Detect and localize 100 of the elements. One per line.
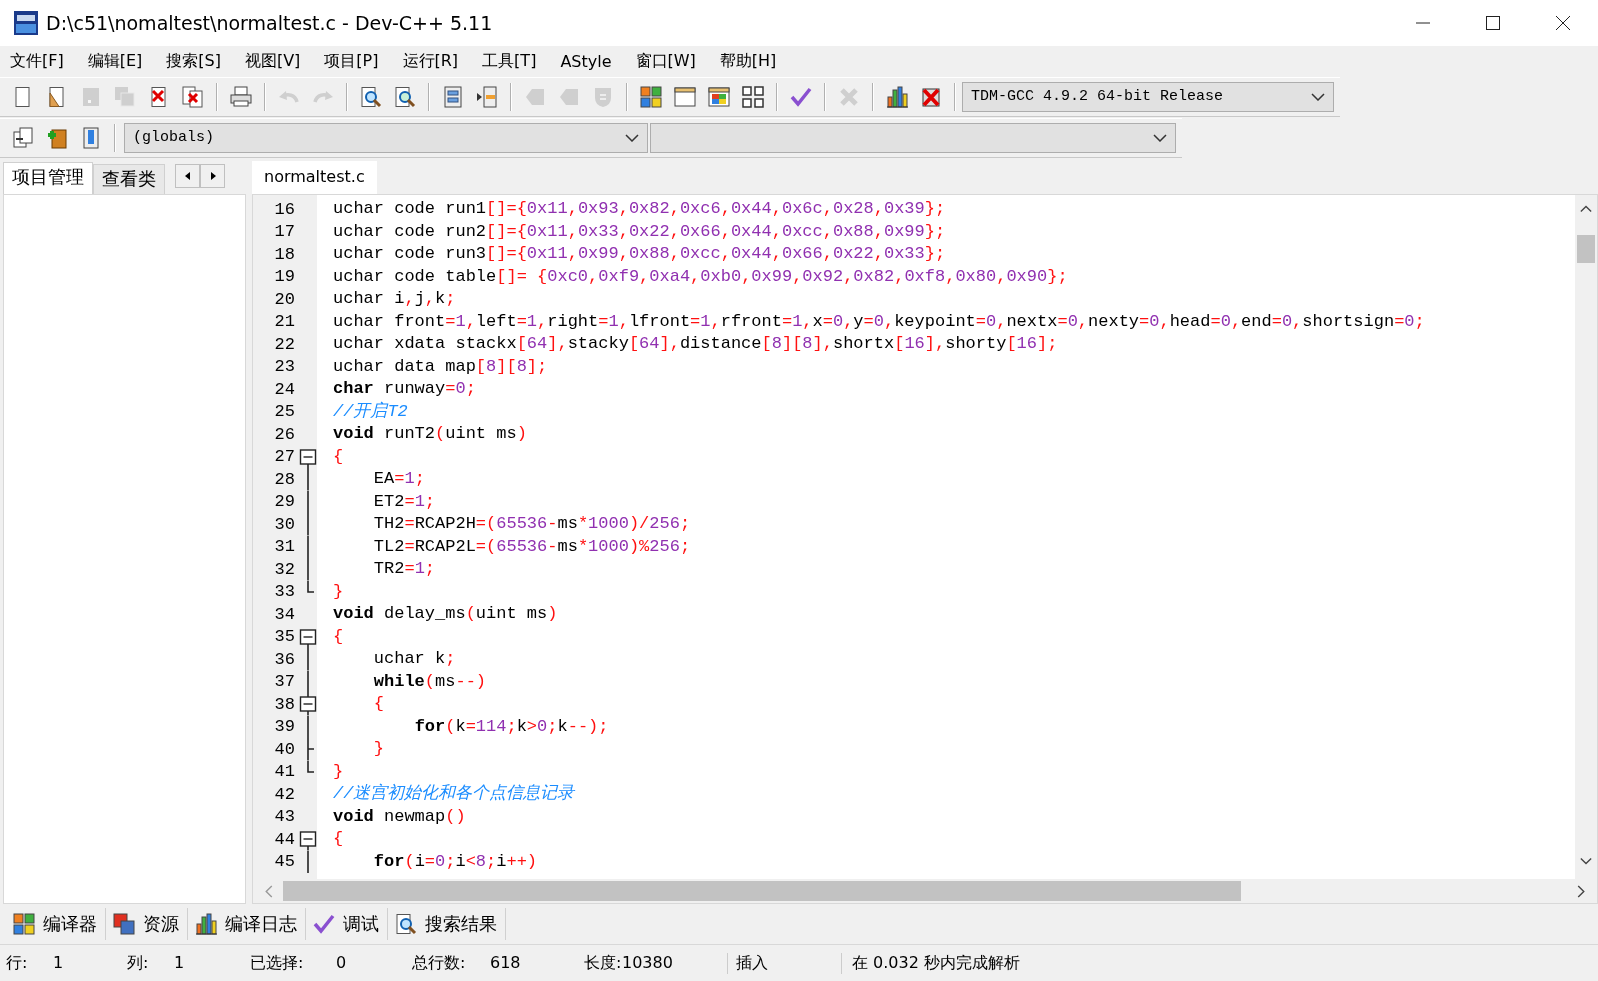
line-number: 22 xyxy=(273,334,296,354)
scrollbar-thumb[interactable] xyxy=(1577,235,1595,263)
window-title: D:\c51\nomaltest\normaltest.c - Dev-C++ 5.11 xyxy=(46,12,493,34)
status-value: 0 xyxy=(336,952,347,974)
panel-tab[interactable]: 项目管理 xyxy=(3,162,93,194)
line-number: 27 xyxy=(273,447,296,467)
compiler-dropdown[interactable]: TDM-GCC 4.9.2 64-bit Release xyxy=(962,81,1334,112)
code-comment: //开启T2 xyxy=(332,400,408,423)
menu-item[interactable]: 文件[F] xyxy=(2,47,72,75)
code-line: TR2=1; xyxy=(372,558,436,580)
menu-item[interactable]: 窗口[W] xyxy=(627,47,704,75)
code-line: uchar code table[]= {0xc0,0xf9,0xa4,0xb0,0x99,0x92,0x82,0xf8,0x80,0x90}; xyxy=(332,265,1068,288)
bottom-tab[interactable]: 编译日志 xyxy=(225,912,297,936)
line-number: 45 xyxy=(273,852,296,872)
collapse-icon[interactable] xyxy=(299,693,317,716)
status-value: 1 xyxy=(174,952,185,974)
code-line: } xyxy=(332,760,344,783)
scrollbar-thumb[interactable] xyxy=(283,881,1241,901)
line-number: 29 xyxy=(273,492,296,512)
line-number: 26 xyxy=(273,424,296,444)
code-line: TH2=RCAP2H=(65536-ms*1000)/256; xyxy=(372,513,691,535)
scope-dropdown[interactable]: (globals) xyxy=(124,122,648,153)
code-line: void runT2(uint ms) xyxy=(332,423,527,445)
line-number: 30 xyxy=(273,514,296,534)
status-value: 1 xyxy=(53,952,64,974)
code-line: uchar code run2[]={0x11,0x33,0x22,0x66,0x44,0xcc,0x88,0x99}; xyxy=(332,220,946,243)
line-number: 16 xyxy=(273,199,296,219)
line-number: 34 xyxy=(273,604,296,624)
code-line: for(k=114;k>0;k--); xyxy=(413,715,609,738)
code-line: uchar xdata stackx[64],stacky[64],distance[8][8],shortx[16],shorty[16]; xyxy=(332,333,1058,355)
line-number: 43 xyxy=(273,807,296,827)
menu-item[interactable]: 编辑[E] xyxy=(79,47,151,75)
line-number: 36 xyxy=(273,649,296,669)
code-line: char runway=0; xyxy=(332,378,476,400)
squares-icon xyxy=(112,912,136,936)
status-label: 长度: xyxy=(584,952,622,974)
code-line: uchar code run3[]={0x11,0x99,0x88,0xcc,0x44,0x66,0x22,0x33}; xyxy=(332,243,946,265)
menu-item[interactable]: 工具[T] xyxy=(474,47,545,75)
bar-chart-icon xyxy=(194,912,218,936)
line-number: 31 xyxy=(273,537,296,557)
line-number: 24 xyxy=(273,379,296,399)
code-line: uchar k; xyxy=(372,648,456,670)
status-label: 已选择: xyxy=(250,952,305,974)
horizontal-scrollbar[interactable] xyxy=(253,879,1597,903)
line-number: 38 xyxy=(273,694,296,714)
code-line: TL2=RCAP2L=(65536-ms*1000)%256; xyxy=(372,535,691,558)
code-line: uchar front=1,left=1,right=1,lfront=1,rfront=1,x=0,y=0,keypoint=0,nextx=0,nexty=0,head=0,end=0,shortsign=0; xyxy=(332,310,1425,333)
code-line: while(ms--) xyxy=(372,670,487,693)
file-tab[interactable]: normaltest.c xyxy=(252,161,377,194)
code-line: void delay_ms(uint ms) xyxy=(332,603,558,625)
check-icon xyxy=(312,912,336,936)
line-number: 42 xyxy=(273,784,296,804)
chevron-icon xyxy=(1153,133,1167,142)
chevron-icon xyxy=(625,133,639,142)
vertical-scrollbar[interactable] xyxy=(1575,195,1597,879)
code-line: uchar code run1[]={0x11,0x93,0x82,0xc6,0x44,0x6c,0x28,0x39}; xyxy=(332,198,946,220)
bottom-tab[interactable]: 编译器 xyxy=(43,912,97,936)
code-line: ET2=1; xyxy=(372,490,436,513)
status-label: 行: xyxy=(6,952,29,974)
status-message: 在 0.032 秒内完成解析 xyxy=(841,952,1020,974)
bottom-tab[interactable]: 搜索结果 xyxy=(425,912,497,936)
status-label: 总行数: xyxy=(412,952,467,974)
code-comment: //迷宫初始化和各个点信息记录 xyxy=(332,783,575,805)
line-number: 40 xyxy=(273,739,296,759)
code-line: } xyxy=(332,580,344,603)
insert-mode-text: 插入 xyxy=(727,952,841,974)
code-line: { xyxy=(332,828,344,850)
line-number: 41 xyxy=(273,762,296,782)
code-line: void newmap() xyxy=(332,805,466,828)
menu-item[interactable]: 搜索[S] xyxy=(158,47,229,75)
menu-item[interactable]: 项目[P] xyxy=(316,47,387,75)
line-number: 32 xyxy=(273,559,296,579)
status-label: 列: xyxy=(127,952,150,974)
code-line: { xyxy=(332,625,344,648)
line-number: 44 xyxy=(273,829,296,849)
line-number: 39 xyxy=(273,717,296,737)
line-number: 20 xyxy=(273,289,296,309)
app-icon xyxy=(14,11,38,35)
menu-item[interactable]: 视图[V] xyxy=(236,47,309,75)
panel-tab[interactable]: 查看类 xyxy=(93,164,165,194)
line-number: 37 xyxy=(273,672,296,692)
bottom-tab[interactable]: 资源 xyxy=(143,912,179,936)
line-number: 17 xyxy=(273,222,296,242)
line-number: 28 xyxy=(273,469,296,489)
menu-item[interactable]: 运行[R] xyxy=(394,47,467,75)
grid-icon xyxy=(12,912,36,936)
code-line: uchar i,j,k; xyxy=(332,288,456,310)
line-number: 19 xyxy=(273,267,296,287)
menu-item[interactable]: 帮助[H] xyxy=(711,47,785,75)
menu-item[interactable]: AStyle xyxy=(552,48,620,74)
search-icon xyxy=(394,912,418,936)
bottom-tab[interactable]: 调试 xyxy=(343,912,379,936)
status-value: 618 xyxy=(490,952,521,974)
fold-line xyxy=(307,850,309,873)
line-number: 23 xyxy=(273,357,296,377)
line-number: 25 xyxy=(273,402,296,422)
code-line: EA=1; xyxy=(372,468,425,490)
line-number: 33 xyxy=(273,582,296,602)
chevron-icon xyxy=(1311,92,1325,101)
collapse-icon[interactable] xyxy=(299,828,317,851)
